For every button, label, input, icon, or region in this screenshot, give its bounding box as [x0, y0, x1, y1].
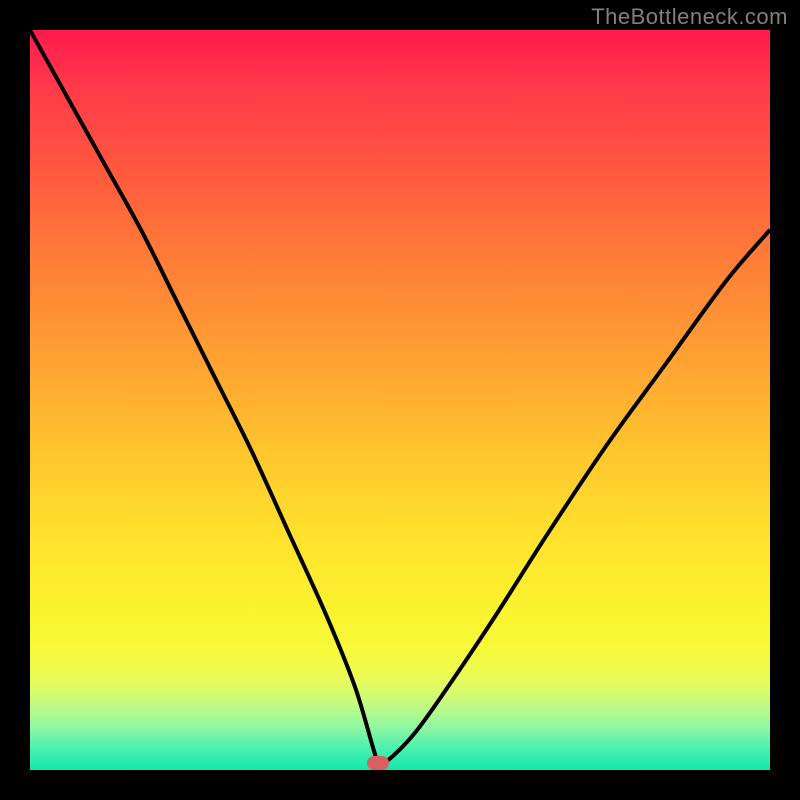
bottleneck-curve-path	[30, 30, 770, 769]
watermark-text: TheBottleneck.com	[591, 4, 788, 30]
minimum-marker	[367, 756, 389, 770]
chart-frame: TheBottleneck.com	[0, 0, 800, 800]
plot-area	[30, 30, 770, 770]
curve-svg	[30, 30, 770, 770]
